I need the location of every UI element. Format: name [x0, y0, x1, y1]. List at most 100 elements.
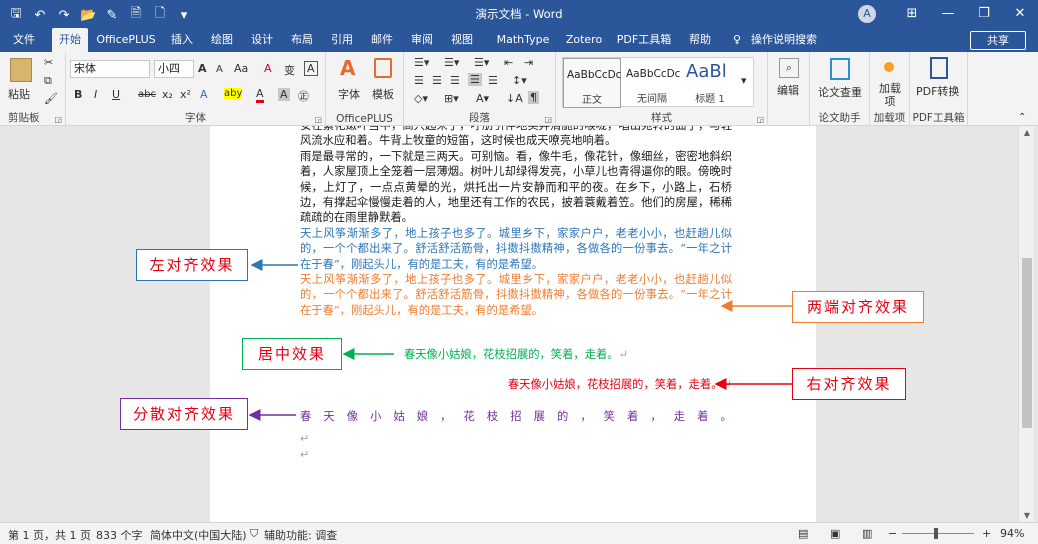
page-count[interactable]: 第 1 页，共 1 页 — [8, 527, 91, 543]
font-launcher-icon[interactable]: ◲ — [314, 115, 322, 124]
ribbon-display-icon[interactable]: ⊞ — [894, 0, 930, 28]
tab-zotero[interactable]: Zotero — [562, 28, 606, 52]
tab-references[interactable]: 引用 — [326, 28, 358, 52]
change-case-button[interactable]: Aa — [234, 62, 248, 75]
tab-design[interactable]: 设计 — [246, 28, 278, 52]
tab-mailings[interactable]: 邮件 — [366, 28, 398, 52]
subscript-button[interactable]: x₂ — [162, 88, 173, 101]
styles-gallery: AaBbCcDc 正文 AaBbCcDc 无间隔 AaBl 标题 1 ▾ — [562, 57, 754, 108]
language-status[interactable]: 简体中文(中国大陆) — [150, 527, 247, 543]
tab-insert[interactable]: 插入 — [166, 28, 198, 52]
superscript-button[interactable]: x² — [180, 88, 191, 101]
clipboard-launcher-icon[interactable]: ◲ — [54, 115, 62, 124]
sort-icon[interactable]: ↓A — [506, 92, 523, 105]
underline-button[interactable]: U — [112, 88, 120, 101]
group-paper-assistant: 论文查重 论文助手 — [810, 52, 870, 126]
cut-icon[interactable]: ✂ — [44, 56, 53, 69]
bold-button[interactable]: B — [74, 88, 82, 101]
zoom-slider-thumb[interactable] — [934, 528, 938, 539]
align-left-icon[interactable]: ☰ — [414, 74, 424, 87]
scroll-thumb[interactable] — [1022, 258, 1032, 428]
text-effects-button[interactable]: A — [200, 88, 208, 101]
web-layout-icon[interactable]: ▥ — [862, 527, 872, 540]
tell-me-search[interactable]: 操作说明搜索 — [750, 28, 818, 52]
styles-launcher-icon[interactable]: ◲ — [756, 115, 764, 124]
shrink-font-button[interactable]: A — [216, 64, 223, 75]
font-size-box[interactable]: 小四 — [154, 60, 194, 78]
justify-icon[interactable]: ☰ — [468, 73, 482, 86]
zoom-in-button[interactable]: + — [982, 527, 991, 540]
borders-icon[interactable]: ⊞▾ — [444, 92, 459, 105]
align-center-icon[interactable]: ☰ — [432, 74, 442, 87]
distributed-icon[interactable]: ☰ — [488, 74, 498, 87]
enclose-char-button[interactable]: ㊣ — [298, 88, 309, 104]
style-normal[interactable]: AaBbCcDc 正文 — [563, 58, 621, 108]
style-heading-1[interactable]: AaBl 标题 1 — [683, 58, 737, 108]
group-paragraph: ☰▾ ☰▾ ☰▾ ⇤ ⇥ ☰ ☰ ☰ ☰ ☰ ↕▾ ◇▾ ⊞▾ A▾ ↓A ¶ … — [404, 52, 556, 126]
tab-file[interactable]: 文件 — [6, 28, 42, 52]
zoom-level[interactable]: 94% — [1000, 527, 1024, 540]
align-right-icon[interactable]: ☰ — [450, 74, 460, 87]
bullets-icon[interactable]: ☰▾ — [414, 56, 429, 69]
user-avatar[interactable]: A — [858, 5, 876, 23]
copy-icon[interactable]: ⧉ — [44, 74, 52, 88]
tab-view[interactable]: 视图 — [446, 28, 478, 52]
strikethrough-button[interactable]: abc — [138, 89, 156, 100]
increase-indent-icon[interactable]: ⇥ — [524, 56, 533, 69]
word-count[interactable]: 833 个字 — [96, 527, 143, 543]
font-color-button[interactable]: A — [256, 88, 264, 103]
vertical-scrollbar[interactable]: ▲ ▼ — [1018, 126, 1034, 522]
group-officeplus: A 字体 模板 OfficePLUS — [326, 52, 404, 126]
pdf-convert-button[interactable]: PDF转换 — [916, 83, 959, 99]
tab-layout[interactable]: 布局 — [286, 28, 318, 52]
officeplus-template-button[interactable]: 模板 — [372, 86, 394, 102]
highlight-button[interactable]: aby — [224, 88, 243, 99]
style-no-spacing[interactable]: AaBbCcDc 无间隔 — [623, 58, 681, 108]
multilevel-list-icon[interactable]: ☰▾ — [474, 56, 489, 69]
font-group-label: 字体 — [185, 112, 206, 124]
clear-formatting-button[interactable]: A — [264, 62, 272, 75]
tab-help[interactable]: 帮助 — [684, 28, 716, 52]
scroll-up-icon[interactable]: ▲ — [1019, 128, 1035, 137]
asian-layout-icon[interactable]: A▾ — [476, 92, 489, 105]
print-layout-icon[interactable]: ▣ — [830, 527, 840, 540]
accessibility-status[interactable]: 辅助功能: 调查 — [264, 527, 337, 543]
officeplus-font-button[interactable]: 字体 — [338, 86, 360, 102]
callout-right-align: 右对齐效果 — [792, 368, 906, 400]
paste-button[interactable]: 粘贴 — [8, 86, 30, 102]
char-shading-button[interactable]: A — [278, 88, 290, 101]
paper-check-button[interactable]: 论文查重 — [818, 84, 862, 100]
numbering-icon[interactable]: ☰▾ — [444, 56, 459, 69]
close-button[interactable]: ✕ — [1002, 0, 1038, 28]
shading-icon[interactable]: ◇▾ — [414, 92, 428, 105]
decrease-indent-icon[interactable]: ⇤ — [504, 56, 513, 69]
tab-home[interactable]: 开始 — [52, 28, 88, 52]
scroll-down-icon[interactable]: ▼ — [1019, 511, 1035, 520]
restore-button[interactable]: ❐ — [966, 0, 1002, 28]
ribbon-tabs: 文件 开始 OfficePLUS 插入 绘图 设计 布局 引用 邮件 审阅 视图… — [0, 28, 1038, 52]
format-painter-icon[interactable]: 🖌 — [44, 92, 58, 105]
addins-button[interactable]: 加载项 — [876, 82, 904, 108]
paragraph-launcher-icon[interactable]: ◲ — [544, 115, 552, 124]
grow-font-button[interactable]: A — [198, 62, 207, 75]
read-mode-icon[interactable]: ▤ — [798, 527, 808, 540]
share-button[interactable]: 共享 — [970, 31, 1026, 50]
phonetic-guide-button[interactable]: 变 — [284, 62, 295, 78]
zoom-slider[interactable] — [902, 533, 974, 534]
char-border-button[interactable]: A — [304, 61, 318, 76]
minimize-button[interactable]: — — [930, 0, 966, 28]
italic-button[interactable]: I — [94, 88, 97, 101]
tab-review[interactable]: 审阅 — [406, 28, 438, 52]
show-marks-icon[interactable]: ¶ — [528, 91, 539, 104]
styles-more-icon[interactable]: ▾ — [741, 74, 747, 87]
collapse-ribbon-icon[interactable]: ⌃ — [1018, 112, 1026, 123]
zoom-out-button[interactable]: − — [888, 527, 897, 540]
line-spacing-icon[interactable]: ↕▾ — [512, 74, 527, 87]
tab-officeplus[interactable]: OfficePLUS — [94, 28, 158, 52]
paper-assistant-group-label: 论文助手 — [818, 112, 861, 124]
tab-mathtype[interactable]: MathType — [494, 28, 552, 52]
font-name-box[interactable]: 宋体 — [70, 60, 150, 78]
tab-draw[interactable]: 绘图 — [206, 28, 238, 52]
tab-pdf-toolbox[interactable]: PDF工具箱 — [616, 28, 672, 52]
editing-button[interactable]: 编辑 — [777, 82, 799, 98]
